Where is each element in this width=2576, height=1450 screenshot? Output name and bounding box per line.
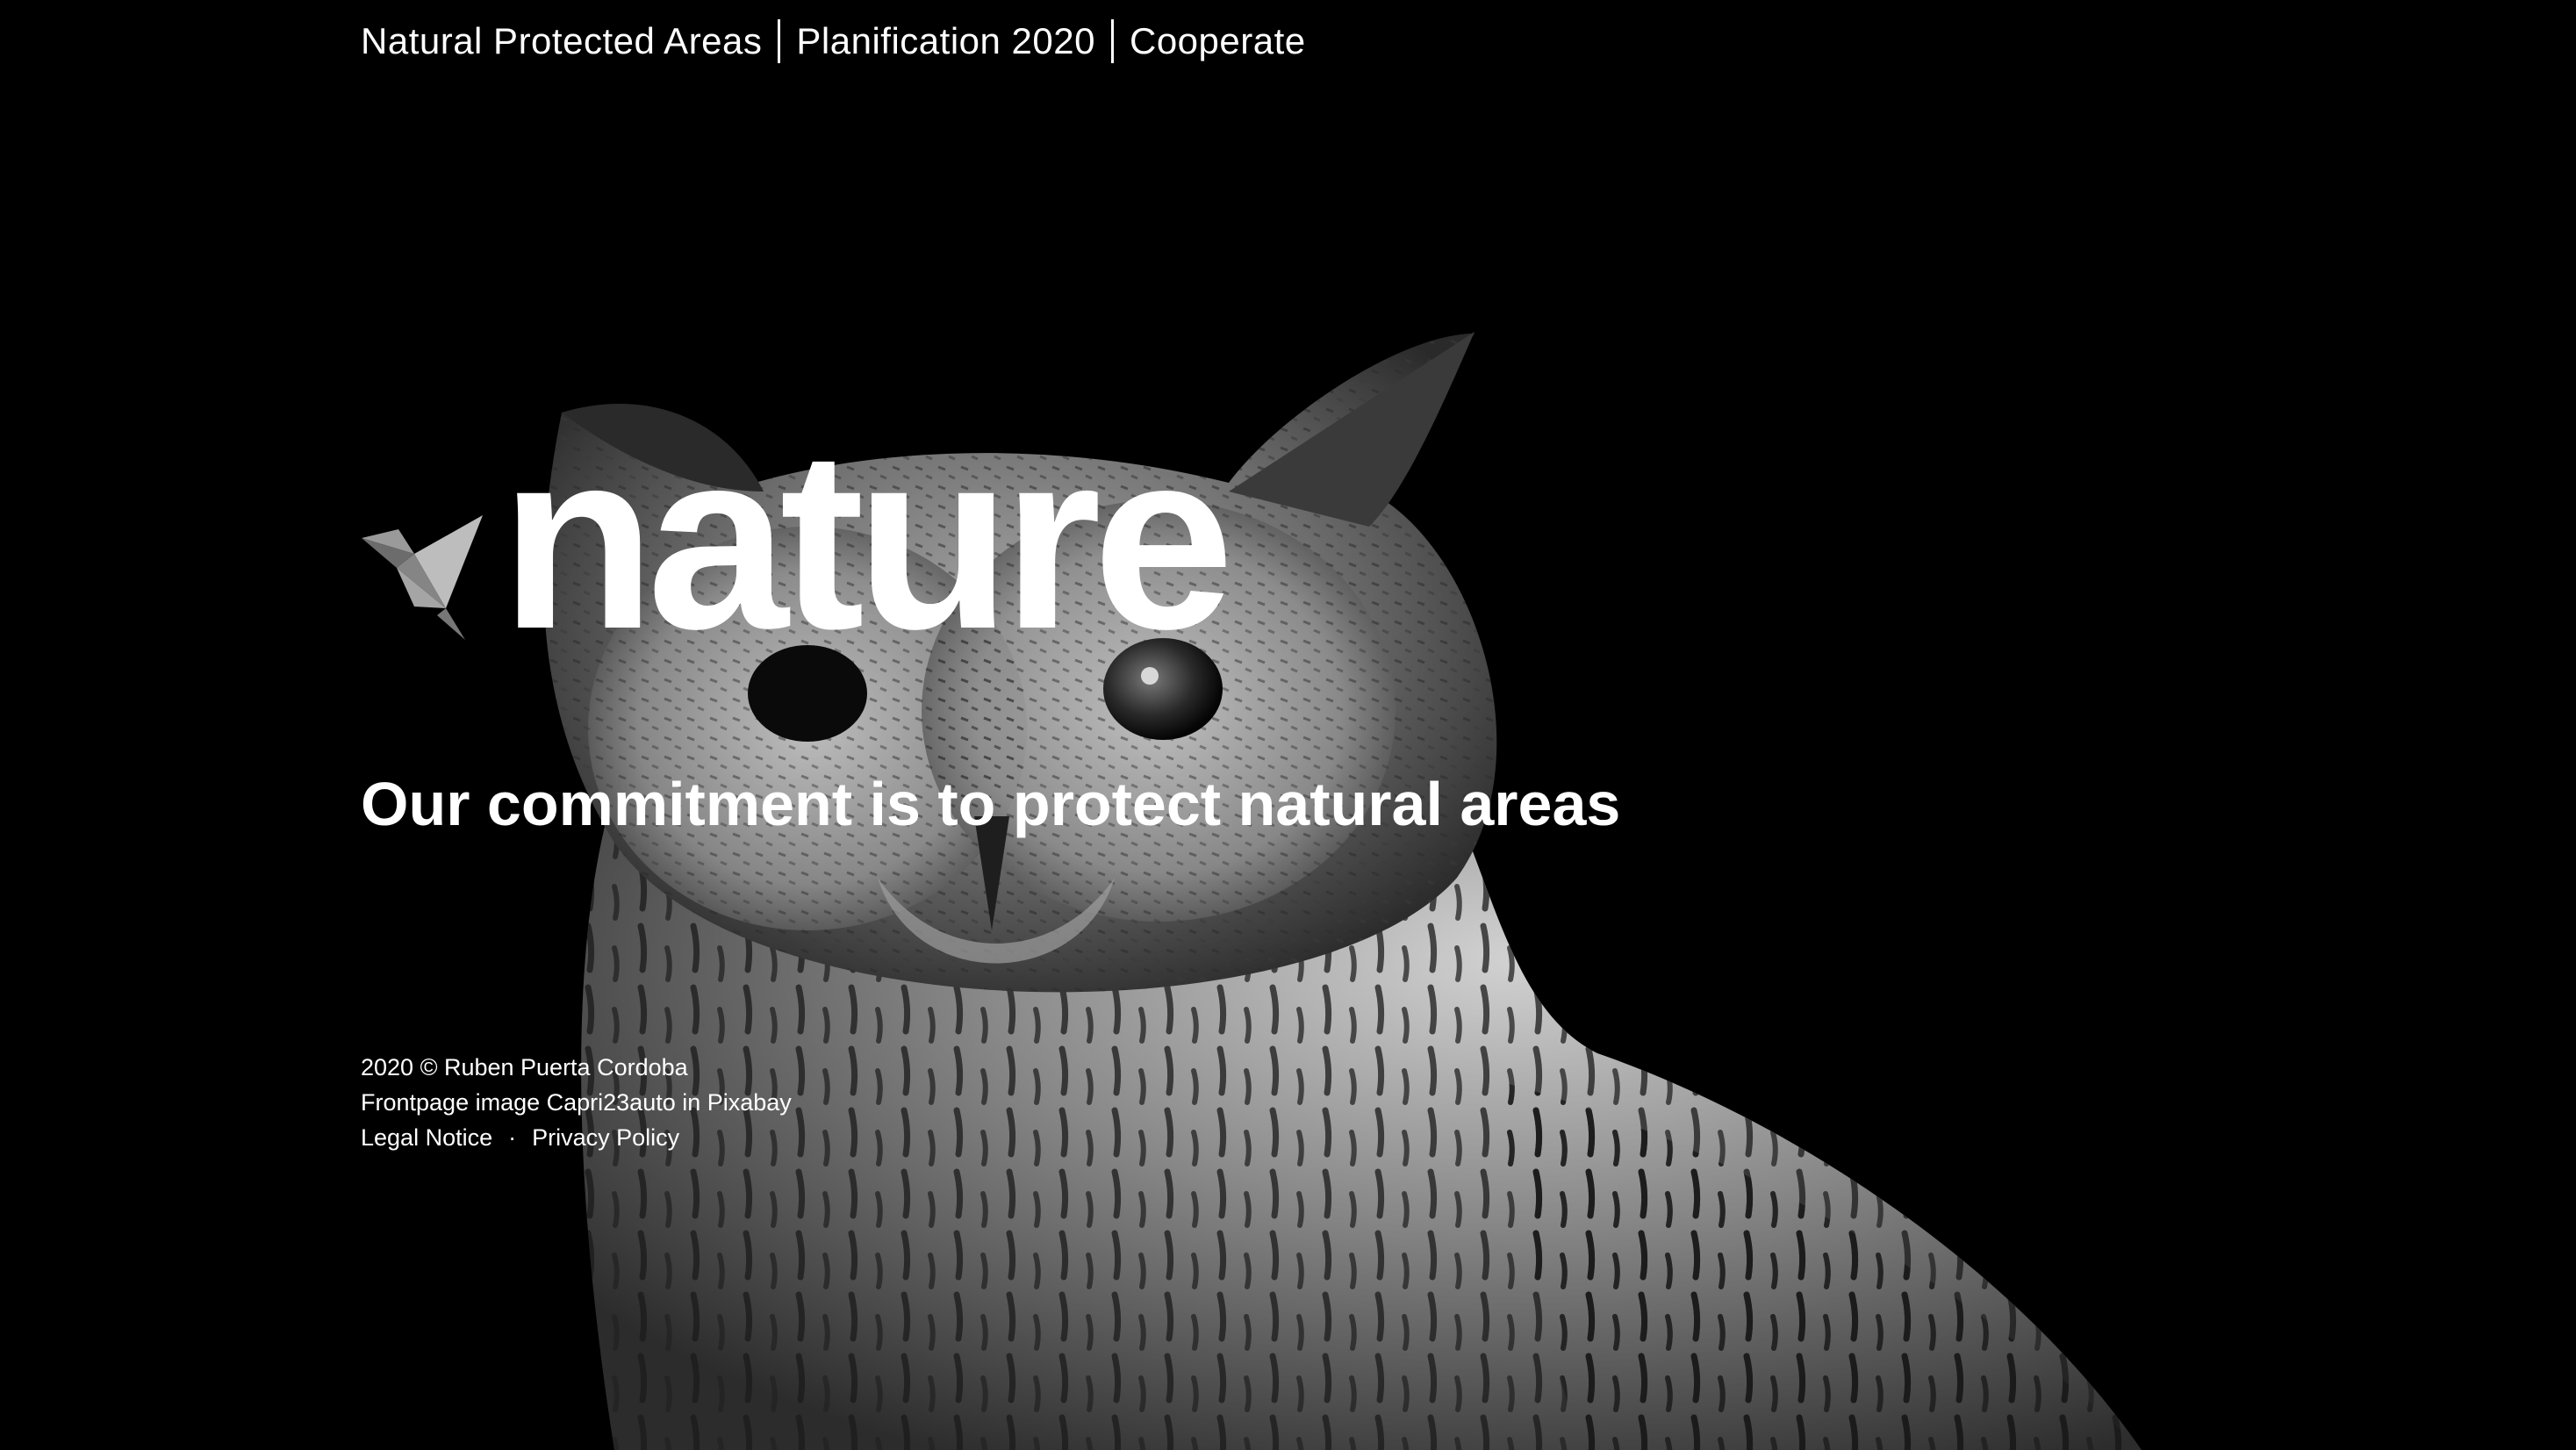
copyright-text: 2020 © Ruben Puerta Cordoba [361,1054,688,1080]
tagline: Our commitment is to protect natural are… [361,770,1621,838]
nav-separator [778,19,781,63]
nav-item-cooperate[interactable]: Cooperate [1130,20,1306,62]
link-separator: · [508,1124,517,1151]
nav-item-planification-2020[interactable]: Planification 2020 [796,20,1095,62]
nav-item-natural-protected-areas[interactable]: Natural Protected Areas [361,20,762,62]
owl-background-image [543,332,2142,1450]
page: Natural Protected Areas Planification 20… [0,0,2576,1450]
privacy-policy-link[interactable]: Privacy Policy [532,1124,679,1151]
hero-title: nature [500,398,1234,682]
footer: 2020 © Ruben Puerta Cordoba Frontpage im… [361,1050,792,1155]
nav-separator [1110,19,1114,63]
top-nav: Natural Protected Areas Planification 20… [361,19,1306,63]
origami-bird-icon [362,515,483,640]
image-credit-text: Frontpage image Capri23auto in Pixabay [361,1089,792,1116]
legal-links: Legal Notice · Privacy Policy [361,1120,792,1155]
legal-notice-link[interactable]: Legal Notice [361,1124,492,1151]
